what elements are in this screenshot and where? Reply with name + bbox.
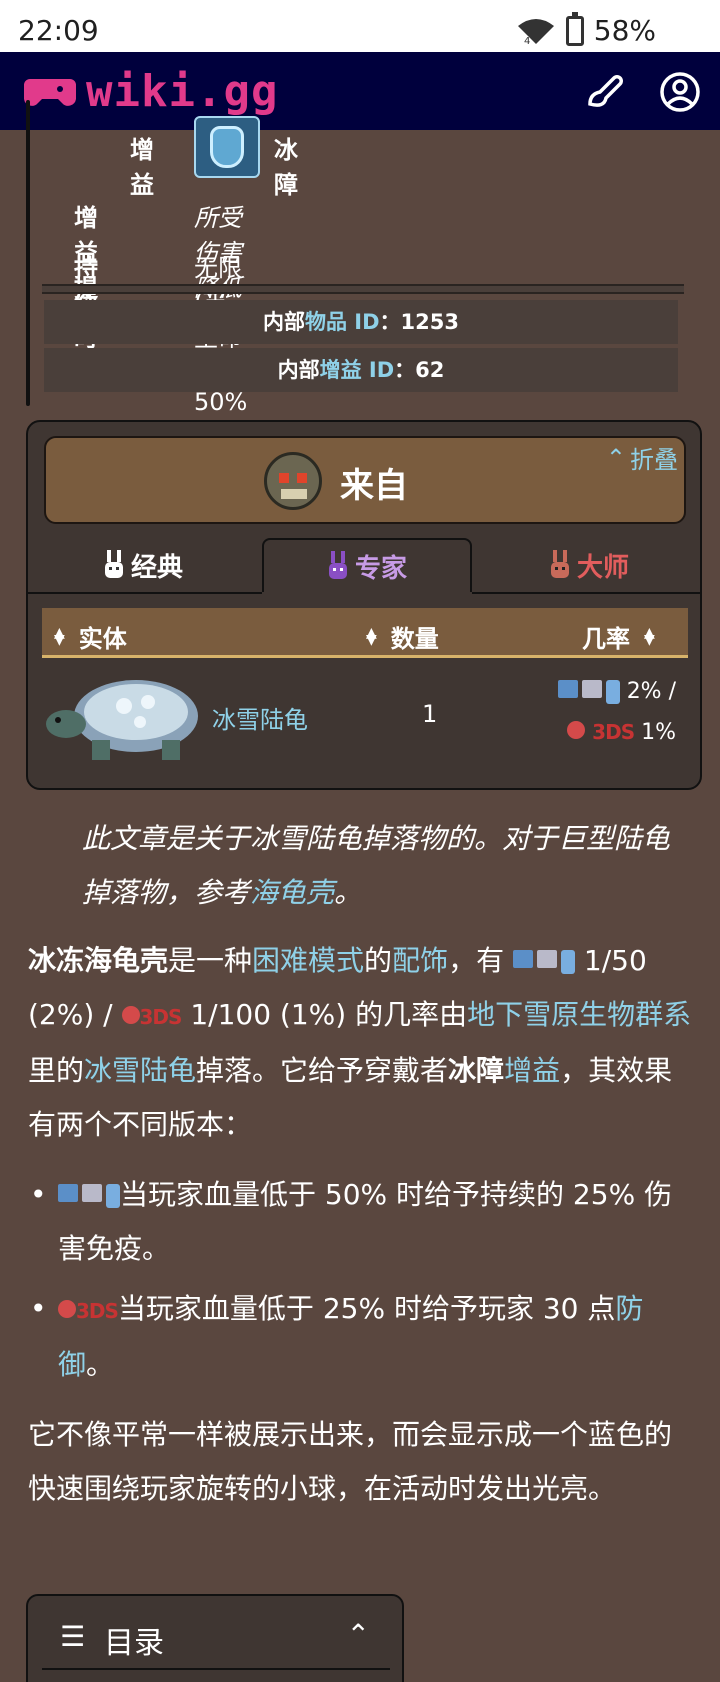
mobile-icon — [106, 1184, 120, 1208]
3ds-icon: 3DS — [139, 1005, 183, 1029]
divider — [42, 284, 684, 294]
difficulty-tabs: 经典 专家 大师 — [28, 538, 702, 594]
console-icon — [82, 1184, 102, 1202]
bunny-icon — [328, 551, 347, 579]
entity-link[interactable]: 冰雪陆龟 — [212, 700, 308, 735]
col-entity[interactable]: ▲ ▼ 实体 — [54, 619, 127, 654]
tab-classic[interactable]: 经典 — [42, 538, 244, 592]
ice-barrier-buff-icon — [194, 116, 260, 178]
site-logo[interactable]: wiki.gg — [24, 65, 279, 117]
buff-link[interactable]: 增益 — [504, 1054, 560, 1087]
svg-text:4: 4 — [524, 36, 530, 46]
chevron-up-icon: ⌃ — [605, 443, 626, 472]
sort-icon: ▲ ▼ — [54, 624, 65, 648]
chevron-up-icon[interactable]: ⌃ — [347, 1618, 370, 1651]
internal-item-id: 内部物品 ID：1253 — [44, 300, 678, 344]
desktop-icon — [557, 680, 578, 698]
console-icon — [537, 950, 557, 968]
sort-icon: ▲ ▼ — [366, 624, 377, 648]
tab-expert[interactable]: 专家 — [262, 538, 472, 592]
list-item: 3DS当玩家血量低于 25% 时给予玩家 30 点防御。 — [30, 1282, 688, 1392]
skull-icon — [264, 452, 322, 510]
table-of-contents[interactable]: ☰ 目录 ⌃ — [26, 1594, 404, 1682]
platform-icons — [513, 950, 575, 974]
bunny-icon — [104, 550, 123, 578]
col-quantity[interactable]: ▲ ▼ 数量 — [366, 619, 439, 654]
brush-theme-icon[interactable] — [582, 70, 626, 114]
tab-master[interactable]: 大师 — [488, 538, 690, 592]
platform-icons — [58, 1184, 120, 1208]
battery-level: 58% — [593, 14, 656, 47]
table-row: 冰雪陆龟 1 2% / 3DS 1% — [42, 662, 688, 772]
ice-tortoise-image — [46, 680, 198, 760]
drops-header: 来自 ⌃ 折叠 — [44, 436, 686, 524]
mobile-icon — [605, 680, 620, 704]
list-item: 当玩家血量低于 50% 时给予持续的 25% 伤害免疫。 — [30, 1168, 688, 1276]
mobile-icon — [561, 950, 575, 974]
user-account-icon[interactable] — [658, 70, 702, 114]
buff-id-link[interactable]: 增益 ID — [320, 358, 395, 382]
desktop-icon — [58, 1184, 78, 1202]
toc-title: 目录 — [104, 1626, 164, 1661]
chance-cell: 2% / 3DS 1% — [557, 672, 676, 753]
list-icon: ☰ — [60, 1620, 86, 1653]
wifi-icon: 4 — [517, 18, 554, 46]
battery-icon — [565, 11, 584, 46]
drops-table-header: ▲ ▼ 实体 ▲ ▼ 数量 几率 ▲ ▼ — [42, 608, 688, 658]
desktop-icon — [513, 950, 533, 968]
console-icon — [581, 680, 602, 698]
collapse-toggle[interactable]: ⌃ 折叠 — [606, 440, 678, 475]
hardmode-link[interactable]: 困难模式 — [252, 944, 364, 977]
quantity-value: 1 — [422, 700, 438, 728]
platform-icons — [557, 680, 620, 704]
sort-icon: ▲ ▼ — [644, 624, 655, 648]
clock: 22:09 — [18, 14, 99, 47]
accessory-link[interactable]: 配饰 — [392, 944, 448, 977]
joystick-icon — [58, 1300, 76, 1318]
logo-text: wiki.gg — [86, 65, 279, 117]
site-header: wiki.gg — [0, 52, 720, 130]
drops-card: 来自 ⌃ 折叠 经典 专家 大师 ▲ ▼ 实体 ▲ ▼ 数量 几率 ▲ ▼ 冰雪… — [26, 420, 702, 790]
item-id-link[interactable]: 物品 ID — [305, 310, 380, 334]
drops-title: 来自 — [340, 466, 408, 506]
biome-link[interactable]: 地下雪原生物群系 — [467, 998, 691, 1031]
status-bar: 22:09 4 58% — [0, 0, 720, 52]
item-info-card: 增益 冰障 增益提示 所受伤害降低25% 持续时间 无限(当生命低于50%时) … — [26, 100, 684, 450]
joystick-icon — [121, 1006, 140, 1024]
buff-label: 增益 — [130, 136, 154, 199]
col-chance[interactable]: 几率 ▲ ▼ — [582, 619, 655, 654]
bunny-icon — [550, 550, 569, 578]
internal-buff-id: 内部增益 ID：62 — [44, 348, 678, 392]
joystick-icon — [567, 721, 586, 739]
buff-name[interactable]: 冰障 — [274, 130, 298, 200]
3ds-icon: 3DS — [76, 1299, 119, 1323]
ice-tortoise-link[interactable]: 冰雪陆龟 — [84, 1054, 196, 1087]
gamepad-logo-icon — [24, 79, 76, 106]
description-paragraph: 它不像平常一样被展示出来，而会显示成一个蓝色的快速围绕玩家旋转的小球，在活动时发… — [28, 1418, 673, 1505]
intro-paragraph: 冰冻海龟壳是一种困难模式的配饰，有 1/50 (2%) / 3DS 1/100 … — [28, 944, 692, 1141]
3ds-icon: 3DS — [592, 720, 635, 744]
hatnote: 此文章是关于冰雪陆龟掉落物的。对于巨型陆龟掉落物，参考海龟壳。 — [82, 822, 671, 909]
hatnote-link[interactable]: 海龟壳 — [250, 876, 334, 909]
